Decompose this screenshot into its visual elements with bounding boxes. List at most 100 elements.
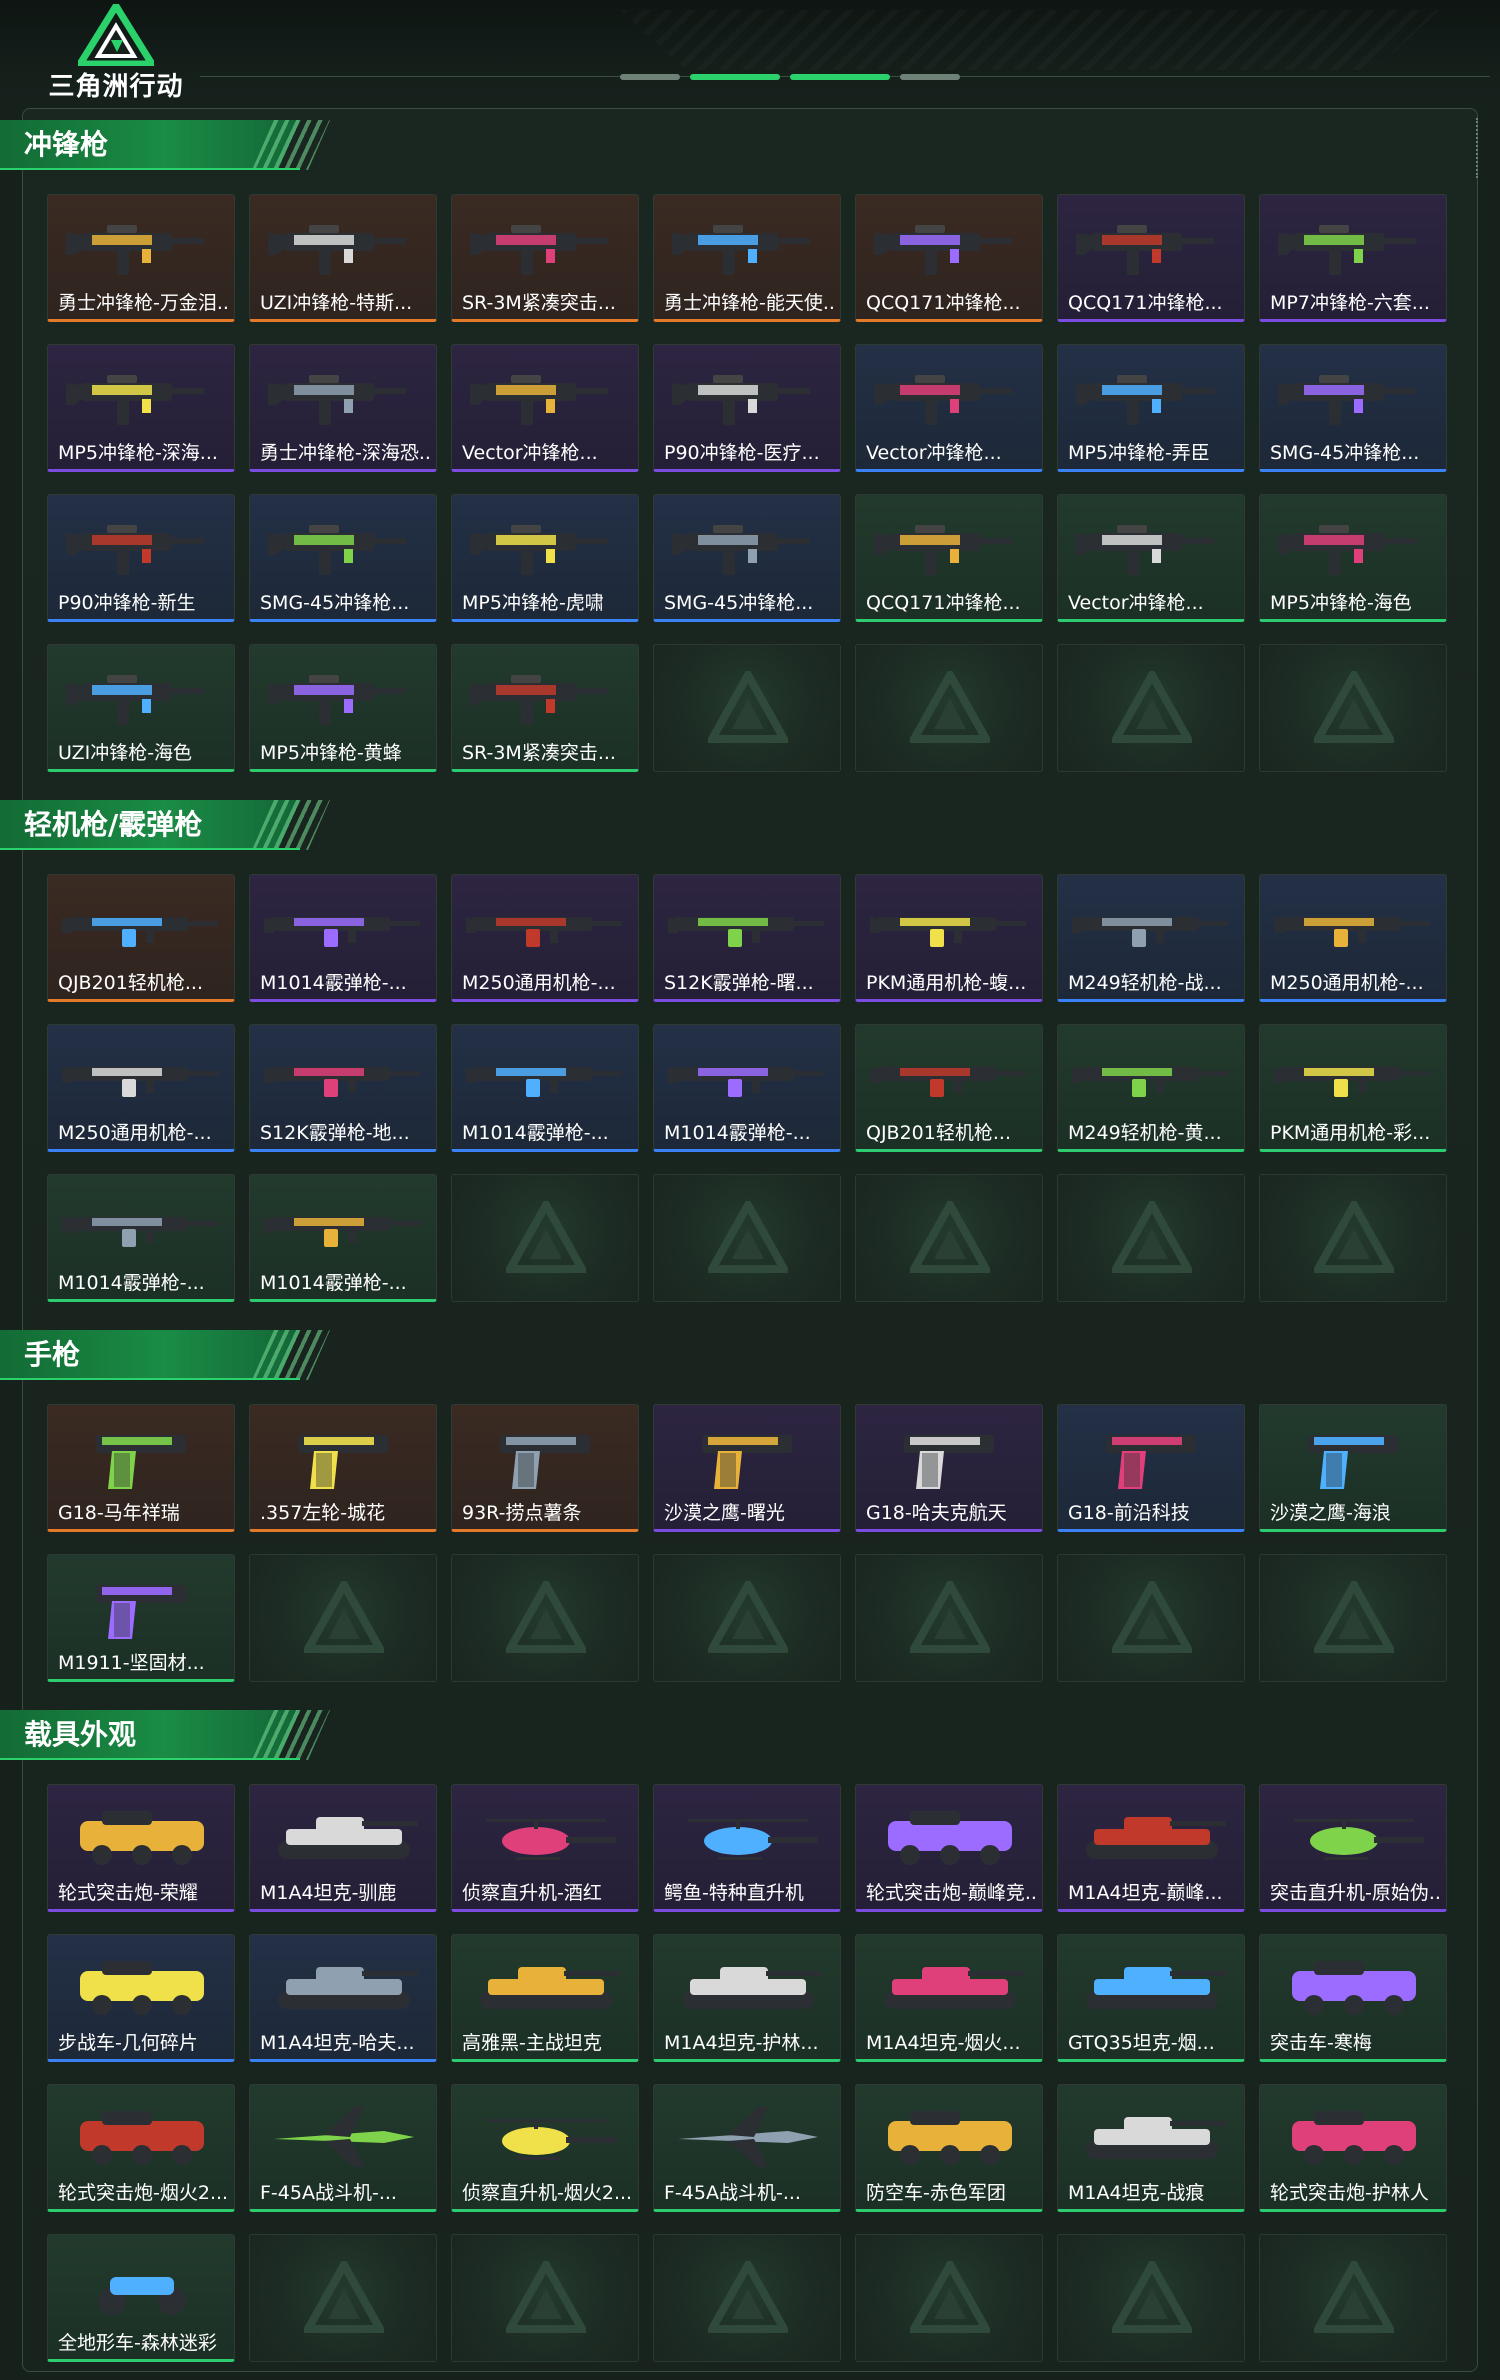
item-name: UZI冲锋枪-海色 <box>58 742 193 764</box>
item-name: 高雅黑-主战坦克 <box>462 2032 602 2054</box>
item-card[interactable]: MP7冲锋枪-六套... <box>1259 194 1447 322</box>
item-card[interactable]: Vector冲锋枪... <box>451 344 639 472</box>
item-card[interactable]: QCQ171冲锋枪... <box>855 194 1043 322</box>
item-card[interactable]: M1014霰弹枪-... <box>653 1024 841 1152</box>
item-card[interactable]: G18-前沿科技 <box>1057 1404 1245 1532</box>
item-card[interactable]: M1A4坦克-巅峰... <box>1057 1784 1245 1912</box>
item-card[interactable]: Vector冲锋枪... <box>1057 494 1245 622</box>
item-card[interactable]: 轮式突击炮-护林人 <box>1259 2084 1447 2212</box>
item-card[interactable]: QJB201轻机枪... <box>47 874 235 1002</box>
item-card[interactable]: G18-马年祥瑞 <box>47 1404 235 1532</box>
item-card[interactable]: .357左轮-城花 <box>249 1404 437 1532</box>
section-header-vehicle: 载具外观 <box>0 1710 330 1760</box>
item-card[interactable]: M250通用机枪-... <box>1259 874 1447 1002</box>
item-card[interactable]: MP5冲锋枪-深海... <box>47 344 235 472</box>
item-card[interactable]: 轮式突击炮-烟火2... <box>47 2084 235 2212</box>
item-card[interactable]: SMG-45冲锋枪... <box>653 494 841 622</box>
item-card[interactable]: 勇士冲锋枪-能天使... <box>653 194 841 322</box>
item-card[interactable]: SR-3M紧凑突击... <box>451 644 639 772</box>
empty-slot <box>1259 644 1447 772</box>
item-name: M1A4坦克-烟火... <box>866 2032 1021 2054</box>
item-card[interactable]: PKM通用机枪-蝮... <box>855 874 1043 1002</box>
pistol-icon <box>264 1413 424 1497</box>
item-name: M1014霰弹枪-... <box>664 1122 811 1144</box>
item-card[interactable]: MP5冲锋枪-虎啸 <box>451 494 639 622</box>
smg-icon <box>62 353 222 437</box>
item-card[interactable]: MP5冲锋枪-海色 <box>1259 494 1447 622</box>
car-icon <box>62 1793 222 1877</box>
item-card[interactable]: F-45A战斗机-... <box>653 2084 841 2212</box>
smg-icon <box>668 353 828 437</box>
item-card[interactable]: M250通用机枪-... <box>451 874 639 1002</box>
item-card[interactable]: M1014霰弹枪-... <box>249 874 437 1002</box>
item-card[interactable]: UZI冲锋枪-海色 <box>47 644 235 772</box>
item-card[interactable]: 轮式突击炮-巅峰竞... <box>855 1784 1043 1912</box>
item-card[interactable]: UZI冲锋枪-特斯... <box>249 194 437 322</box>
item-card[interactable]: SMG-45冲锋枪... <box>1259 344 1447 472</box>
smg-icon <box>870 353 1030 437</box>
item-card[interactable]: M1014霰弹枪-... <box>47 1174 235 1302</box>
item-card[interactable]: M250通用机枪-... <box>47 1024 235 1152</box>
empty-slot <box>1057 1174 1245 1302</box>
item-card[interactable]: 勇士冲锋枪-万金泪... <box>47 194 235 322</box>
item-card[interactable]: QCQ171冲锋枪... <box>855 494 1043 622</box>
item-card[interactable]: M1014霰弹枪-... <box>451 1024 639 1152</box>
item-card[interactable]: S12K霰弹枪-地... <box>249 1024 437 1152</box>
atv-icon <box>62 2243 222 2327</box>
item-card[interactable]: 93R-捞点薯条 <box>451 1404 639 1532</box>
item-card[interactable]: M249轻机枪-黄... <box>1057 1024 1245 1152</box>
item-card[interactable]: M1A4坦克-驯鹿 <box>249 1784 437 1912</box>
pistol-icon <box>62 1563 222 1647</box>
item-card[interactable]: 突击直升机-原始伪... <box>1259 1784 1447 1912</box>
tank-icon <box>1072 2093 1232 2177</box>
empty-slot <box>653 644 841 772</box>
item-card[interactable]: M1014霰弹枪-... <box>249 1174 437 1302</box>
item-card[interactable]: 防空车-赤色军团 <box>855 2084 1043 2212</box>
item-card[interactable]: 侦察直升机-酒红 <box>451 1784 639 1912</box>
item-card[interactable]: 轮式突击炮-荣耀 <box>47 1784 235 1912</box>
item-card[interactable]: Vector冲锋枪... <box>855 344 1043 472</box>
placeholder-logo-icon <box>1314 671 1394 743</box>
item-card[interactable]: M1A4坦克-哈夫... <box>249 1934 437 2062</box>
item-card[interactable]: 勇士冲锋枪-深海恐... <box>249 344 437 472</box>
item-card[interactable]: QCQ171冲锋枪... <box>1057 194 1245 322</box>
smg-icon <box>62 503 222 587</box>
item-card[interactable]: 高雅黑-主战坦克 <box>451 1934 639 2062</box>
item-card[interactable]: F-45A战斗机-... <box>249 2084 437 2212</box>
item-name: MP5冲锋枪-海色 <box>1270 592 1412 614</box>
item-card[interactable]: 全地形车-森林迷彩 <box>47 2234 235 2362</box>
item-card[interactable]: 鳄鱼-特种直升机 <box>653 1784 841 1912</box>
tank-icon <box>1072 1943 1232 2027</box>
item-card[interactable]: M1A4坦克-烟火... <box>855 1934 1043 2062</box>
item-card[interactable]: 步战车-几何碎片 <box>47 1934 235 2062</box>
item-card[interactable]: PKM通用机枪-彩... <box>1259 1024 1447 1152</box>
smg-icon <box>264 503 424 587</box>
item-card[interactable]: M1A4坦克-护林... <box>653 1934 841 2062</box>
item-card[interactable]: P90冲锋枪-医疗... <box>653 344 841 472</box>
section-header-lmg: 轻机枪/霰弹枪 <box>0 800 330 850</box>
jet-icon <box>668 2093 828 2177</box>
item-card[interactable]: SR-3M紧凑突击... <box>451 194 639 322</box>
item-card[interactable]: M249轻机枪-战... <box>1057 874 1245 1002</box>
item-card[interactable]: GTQ35坦克-烟... <box>1057 1934 1245 2062</box>
placeholder-logo-icon <box>304 2261 384 2333</box>
item-card[interactable]: SMG-45冲锋枪... <box>249 494 437 622</box>
item-name: MP5冲锋枪-黄蜂 <box>260 742 402 764</box>
smg-icon <box>62 653 222 737</box>
item-name: QCQ171冲锋枪... <box>866 592 1021 614</box>
item-card[interactable]: G18-哈夫克航天 <box>855 1404 1043 1532</box>
item-card[interactable]: P90冲锋枪-新生 <box>47 494 235 622</box>
item-card[interactable]: M1A4坦克-战痕 <box>1057 2084 1245 2212</box>
item-card[interactable]: M1911-坚固材... <box>47 1554 235 1682</box>
item-card[interactable]: MP5冲锋枪-黄蜂 <box>249 644 437 772</box>
tank-icon <box>466 1943 626 2027</box>
item-card[interactable]: MP5冲锋枪-弄臣 <box>1057 344 1245 472</box>
item-card[interactable]: QJB201轻机枪... <box>855 1024 1043 1152</box>
item-card[interactable]: 侦察直升机-烟火2... <box>451 2084 639 2212</box>
item-card[interactable]: 沙漠之鹰-海浪 <box>1259 1404 1447 1532</box>
item-card[interactable]: 突击车-寒梅 <box>1259 1934 1447 2062</box>
pistol-icon <box>466 1413 626 1497</box>
item-card[interactable]: 沙漠之鹰-曙光 <box>653 1404 841 1532</box>
scrollbar[interactable] <box>1476 118 1482 178</box>
item-card[interactable]: S12K霰弹枪-曙... <box>653 874 841 1002</box>
